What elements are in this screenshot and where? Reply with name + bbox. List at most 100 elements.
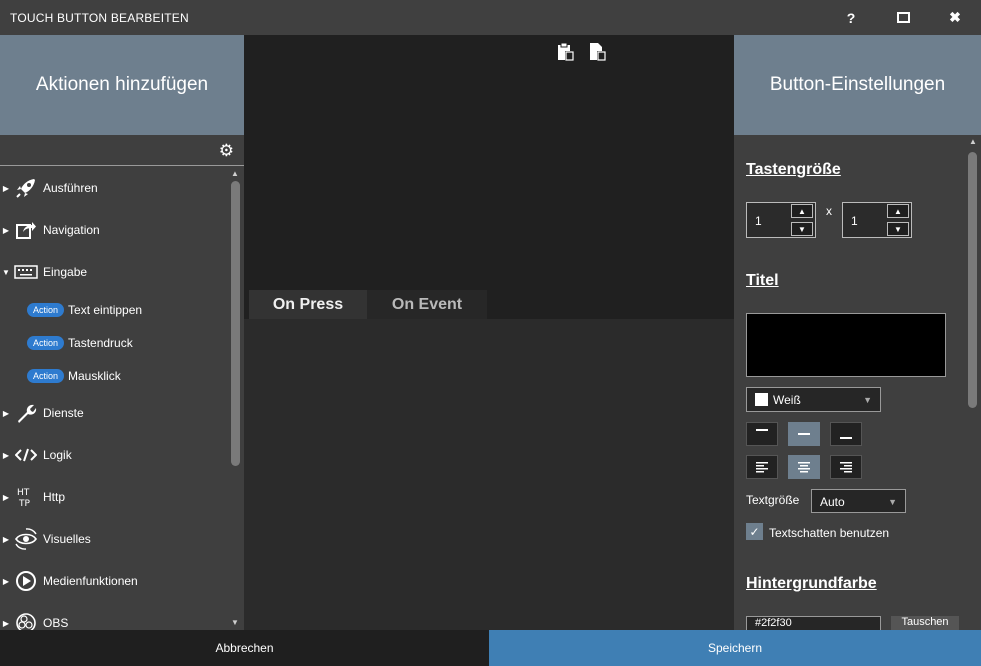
align-middle-button[interactable] [788, 422, 820, 446]
gear-icon[interactable]: ⚙ [219, 142, 234, 159]
share-icon [12, 217, 40, 243]
scrollbar-thumb[interactable] [231, 181, 240, 466]
tab-on-event[interactable]: On Event [367, 290, 487, 319]
dropdown-arrow-icon: ▼ [863, 394, 872, 405]
action-badge: Action [27, 303, 65, 317]
action-label: Mausklick [68, 369, 121, 383]
maximize-button[interactable] [877, 0, 929, 35]
category-label: Medienfunktionen [43, 574, 138, 588]
align-right-icon [840, 462, 852, 473]
expand-arrow-icon[interactable]: ▶ [0, 451, 12, 460]
increment-down-icon[interactable]: ▼ [791, 222, 813, 236]
event-tabs: On Press On Event [249, 290, 487, 319]
svg-text:TP: TP [18, 499, 30, 508]
title-text-field[interactable] [746, 313, 946, 377]
actions-panel-header: Aktionen hinzufügen [0, 35, 244, 135]
rocket-icon [12, 175, 40, 201]
expand-arrow-icon[interactable]: ▶ [0, 184, 12, 193]
save-button[interactable]: Speichern [489, 630, 981, 666]
dropdown-arrow-icon: ▼ [888, 497, 897, 507]
preview-area: On Press On Event [244, 35, 734, 319]
size-separator: x [826, 204, 832, 218]
scroll-up-icon[interactable]: ▲ [969, 137, 977, 146]
category-navigation[interactable]: ▶ Navigation [0, 213, 228, 247]
align-top-icon [756, 429, 768, 431]
width-stepper[interactable]: 1 ▲ ▼ [746, 202, 816, 238]
help-button[interactable]: ? [825, 0, 877, 35]
copy-file-icon[interactable] [589, 42, 607, 62]
increment-up-icon[interactable]: ▲ [887, 204, 909, 218]
text-color-select[interactable]: Weiß ▼ [746, 387, 881, 412]
action-item-mausklick[interactable]: Action Mausklick [27, 365, 121, 387]
align-center-button[interactable] [788, 455, 820, 479]
align-right-button[interactable] [830, 455, 862, 479]
settings-panel-header: Button-Einstellungen [734, 35, 981, 135]
category-dienste[interactable]: ▶ Dienste [0, 396, 228, 430]
window-titlebar: TOUCH BUTTON BEARBEITEN ? ✖ [0, 0, 981, 35]
http-icon: HT TP [12, 484, 40, 510]
category-ausfuehren[interactable]: ▶ Ausführen [0, 171, 228, 205]
wrench-icon [12, 400, 40, 426]
expand-arrow-icon[interactable]: ▶ [0, 493, 12, 502]
checkmark-icon: ✓ [749, 524, 760, 539]
font-size-label: Textgröße [746, 493, 800, 507]
align-middle-icon [798, 433, 810, 435]
width-value: 1 [755, 214, 762, 228]
align-center-icon [798, 462, 810, 473]
category-visuelles[interactable]: ▶ Visuelles [0, 522, 228, 556]
cancel-button[interactable]: Abbrechen [0, 630, 489, 666]
increment-down-icon[interactable]: ▼ [887, 222, 909, 236]
play-icon [12, 568, 40, 594]
align-top-button[interactable] [746, 422, 778, 446]
action-badge: Action [27, 369, 65, 383]
collapse-arrow-icon[interactable]: ▼ [0, 268, 12, 277]
action-item-text-eintippen[interactable]: Action Text eintippen [27, 299, 142, 321]
scroll-up-icon[interactable]: ▲ [231, 169, 239, 178]
expand-arrow-icon[interactable]: ▶ [0, 619, 12, 628]
category-obs[interactable]: ▶ OBS [0, 606, 228, 630]
action-label: Tastendruck [68, 336, 133, 350]
actions-panel: Aktionen hinzufügen ⚙ ▶ Ausführen ▶ Navi… [0, 35, 244, 630]
text-color-value: Weiß [773, 392, 801, 407]
section-title-background: Hintergrundfarbe [746, 575, 877, 592]
actions-scrollbar[interactable]: ▲ ▼ [228, 167, 244, 630]
font-size-select[interactable]: Auto ▼ [811, 489, 906, 513]
action-label: Text eintippen [68, 303, 143, 317]
action-item-tastendruck[interactable]: Action Tastendruck [27, 332, 133, 354]
expand-arrow-icon[interactable]: ▶ [0, 577, 12, 586]
align-bottom-button[interactable] [830, 422, 862, 446]
section-title-size: Tastengröße [746, 161, 841, 178]
tab-on-press[interactable]: On Press [249, 290, 367, 319]
obs-icon [12, 610, 40, 630]
height-value: 1 [851, 214, 858, 228]
action-list-area[interactable] [244, 319, 734, 630]
action-badge: Action [27, 336, 65, 350]
dialog-footer: Abbrechen Speichern [0, 630, 981, 666]
button-settings-panel: Button-Einstellungen Tastengröße 1 ▲ ▼ x… [734, 35, 981, 632]
category-eingabe[interactable]: ▼ Eingabe [0, 255, 228, 289]
height-stepper[interactable]: 1 ▲ ▼ [842, 202, 912, 238]
close-button[interactable]: ✖ [929, 0, 981, 35]
settings-scrollbar[interactable]: ▲ [964, 135, 981, 630]
category-http[interactable]: ▶ HT TP Http [0, 480, 228, 514]
align-left-icon [756, 462, 768, 473]
increment-up-icon[interactable]: ▲ [791, 204, 813, 218]
align-left-button[interactable] [746, 455, 778, 479]
scroll-down-icon[interactable]: ▼ [231, 618, 239, 627]
paste-clipboard-icon[interactable] [557, 42, 575, 62]
text-shadow-checkbox[interactable]: ✓ [746, 523, 763, 540]
code-icon [12, 442, 40, 468]
text-shadow-label: Textschatten benutzen [769, 526, 890, 540]
window-title: TOUCH BUTTON BEARBEITEN [10, 10, 189, 25]
category-label: Navigation [43, 223, 100, 237]
expand-arrow-icon[interactable]: ▶ [0, 409, 12, 418]
expand-arrow-icon[interactable]: ▶ [0, 226, 12, 235]
category-label: Visuelles [43, 532, 91, 546]
scrollbar-thumb[interactable] [968, 152, 977, 408]
category-label: Eingabe [43, 265, 88, 279]
expand-arrow-icon[interactable]: ▶ [0, 535, 12, 544]
category-logik[interactable]: ▶ Logik [0, 438, 228, 472]
keyboard-icon [12, 259, 40, 285]
category-medienfunktionen[interactable]: ▶ Medienfunktionen [0, 564, 228, 598]
category-label: Dienste [43, 406, 84, 420]
